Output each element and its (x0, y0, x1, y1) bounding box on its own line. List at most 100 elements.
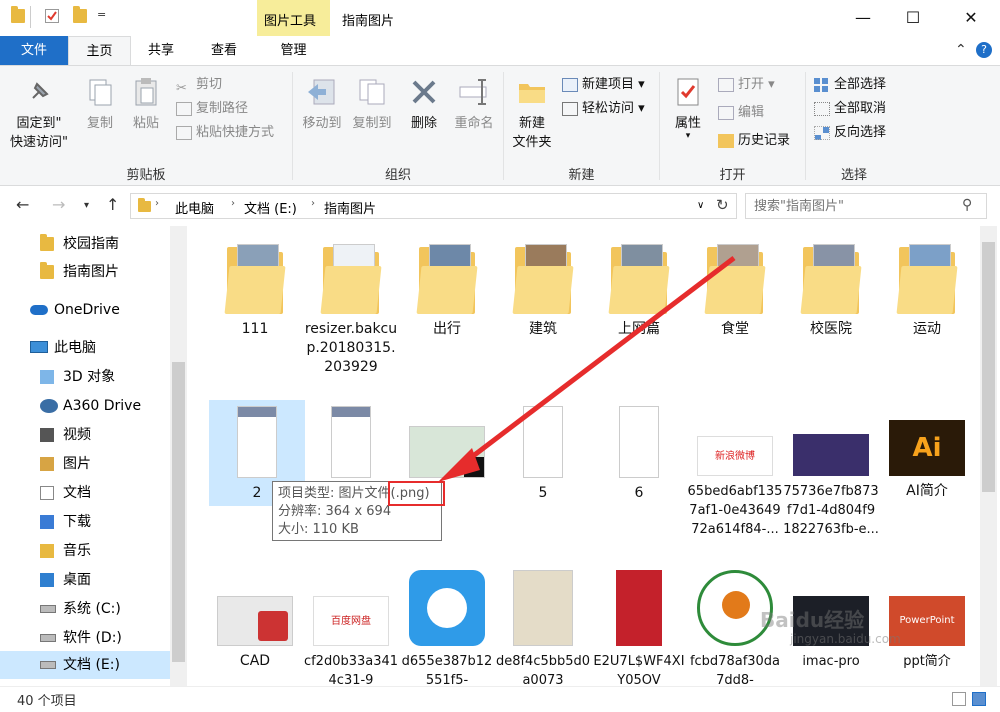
folder-item[interactable]: 校医院 (783, 244, 879, 339)
file-item[interactable]: 75736e7fb873f7d1-4d804f91822763fb-e... (783, 400, 879, 539)
tooltip-size: 大小: 110 KB (278, 522, 359, 537)
select-all-button[interactable]: 全部选择 (814, 74, 886, 96)
open-label: 打开 (738, 77, 765, 92)
rename-button[interactable]: 重命名 (450, 76, 498, 131)
select-none-button[interactable]: 全部取消 (814, 98, 886, 120)
music-icon (40, 544, 54, 558)
file-item[interactable]: E2U7L$WF4XIY05OV (591, 566, 687, 690)
invert-selection-button[interactable]: 反向选择 (814, 122, 886, 144)
edit-label: 编辑 (738, 105, 765, 120)
recent-locations-chevron-icon[interactable]: ▾ (84, 200, 89, 211)
sidebar-item-label: 指南图片 (63, 264, 119, 280)
open-icon (718, 77, 734, 92)
history-icon (718, 133, 734, 148)
address-dropdown-icon[interactable]: ∨ (697, 200, 704, 211)
folder-item[interactable]: 运动 (879, 244, 975, 339)
tab-file[interactable]: 文件 (0, 36, 68, 66)
easy-access-button[interactable]: 轻松访问 ▾ (562, 98, 645, 120)
maximize-button[interactable]: ☐ (890, 0, 936, 36)
properties-quick-icon[interactable] (45, 9, 59, 23)
search-input[interactable] (754, 197, 954, 215)
copy-button[interactable]: 复制 (80, 76, 120, 131)
forward-arrow-icon[interactable]: → (52, 195, 65, 214)
folder-item[interactable]: 111 (207, 244, 303, 339)
breadcrumb-this-pc[interactable]: 此电脑 (175, 198, 214, 217)
search-box[interactable]: ⚲ (745, 193, 987, 219)
sidebar-item-label: 此电脑 (54, 340, 96, 356)
properties-button[interactable]: 属性 ▾ (666, 76, 710, 141)
sidebar-scrollbar-thumb[interactable] (172, 362, 185, 662)
folder-icon (40, 234, 54, 251)
rename-icon (458, 76, 490, 108)
history-label: 历史记录 (738, 133, 791, 148)
file-name: 75736e7fb873f7d1-4d804f91822763fb-e... (783, 484, 879, 537)
delete-x-icon (408, 76, 440, 108)
new-folder-button[interactable]: 新建 文件夹 (508, 76, 556, 150)
properties-label: 属性 (674, 116, 701, 131)
paste-shortcut-label: 粘贴快捷方式 (196, 125, 275, 140)
sidebar-item-label: 视频 (63, 427, 91, 443)
desktop-icon (40, 573, 54, 587)
sidebar-item-label: 3D 对象 (63, 369, 116, 385)
tab-view[interactable]: 查看 (191, 36, 257, 66)
collapse-ribbon-icon[interactable]: ⌃ (955, 42, 967, 58)
new-folder-quick-icon[interactable] (73, 6, 87, 23)
tab-share[interactable]: 共享 (131, 36, 191, 66)
file-item[interactable]: 百度网盘 cf2d0b33a3414c31-9 (303, 566, 399, 690)
open-button[interactable]: 打开 ▾ (718, 74, 775, 96)
file-name: CAD (239, 653, 271, 669)
copy-path-button[interactable]: 复制路径 (176, 98, 248, 120)
folder-icon (896, 244, 958, 314)
cut-label: 剪切 (196, 77, 223, 92)
delete-label: 删除 (410, 116, 437, 131)
pin-to-quick-access-button[interactable]: 固定到" 快速访问" (6, 76, 72, 150)
copy-to-button[interactable]: 复制到 (348, 76, 396, 131)
content-scrollbar-thumb[interactable] (982, 242, 995, 492)
edit-button[interactable]: 编辑 (718, 102, 764, 124)
move-to-button[interactable]: 移动到 (298, 76, 346, 131)
folder-item[interactable]: resizer.bakcup.20180315.203929 (303, 244, 399, 377)
search-icon[interactable]: ⚲ (962, 197, 972, 213)
move-to-label: 移动到 (302, 116, 342, 131)
file-name: imac-pro (802, 654, 860, 669)
details-view-icon[interactable] (952, 692, 966, 706)
file-item[interactable]: CAD (207, 566, 303, 671)
pin-label-1: 固定到" (16, 116, 62, 131)
cut-button[interactable]: ✂ 剪切 (176, 74, 222, 96)
refresh-icon[interactable]: ↻ (716, 196, 729, 214)
file-item[interactable]: PowerPoint ppt简介 (879, 566, 975, 671)
close-button[interactable]: ✕ (948, 0, 994, 36)
file-item[interactable] (303, 400, 399, 484)
large-icons-view-icon[interactable] (972, 692, 986, 706)
file-item[interactable]: d655e387b12551f5- (399, 566, 495, 690)
copy-to-icon (356, 76, 388, 108)
tab-home[interactable]: 主页 (68, 36, 131, 66)
minimize-button[interactable]: — (840, 0, 886, 36)
breadcrumb-guide-images[interactable]: 指南图片 (324, 198, 376, 217)
delete-button[interactable]: 删除 (404, 76, 444, 131)
pin-icon (23, 76, 55, 108)
copy-icon (84, 76, 116, 108)
breadcrumb-drive-e[interactable]: 文档 (E:) (244, 198, 297, 217)
help-icon[interactable]: ? (976, 42, 992, 58)
new-item-button[interactable]: 新建项目 ▾ (562, 74, 645, 96)
a360-icon (40, 399, 58, 413)
3d-objects-icon (40, 370, 54, 384)
download-icon (40, 515, 54, 529)
item-count: 40 个项目 (17, 694, 77, 709)
status-bar (0, 686, 1000, 712)
tab-manage[interactable]: 管理 (257, 36, 330, 66)
sidebar-item-drive-e[interactable]: 文档 (E:) (0, 651, 170, 679)
quick-access-dropdown[interactable]: = (97, 8, 106, 21)
image-thumbnail (793, 434, 869, 476)
folder-icon (320, 244, 382, 314)
address-bar[interactable]: › 此电脑 › 文档 (E:) › 指南图片 ∨ ↻ (130, 193, 737, 219)
file-item[interactable]: Ai AI简介 (879, 400, 975, 501)
history-button[interactable]: 历史记录 (718, 130, 790, 152)
back-arrow-icon[interactable]: ← (16, 195, 29, 214)
up-arrow-icon[interactable]: ↑ (106, 195, 119, 214)
file-item[interactable]: de8f4c5bb5d0a0073 (495, 566, 591, 690)
paste-shortcut-button[interactable]: 粘贴快捷方式 (176, 122, 274, 144)
paste-button[interactable]: 粘贴 (126, 76, 166, 131)
invert-selection-label: 反向选择 (834, 125, 887, 140)
